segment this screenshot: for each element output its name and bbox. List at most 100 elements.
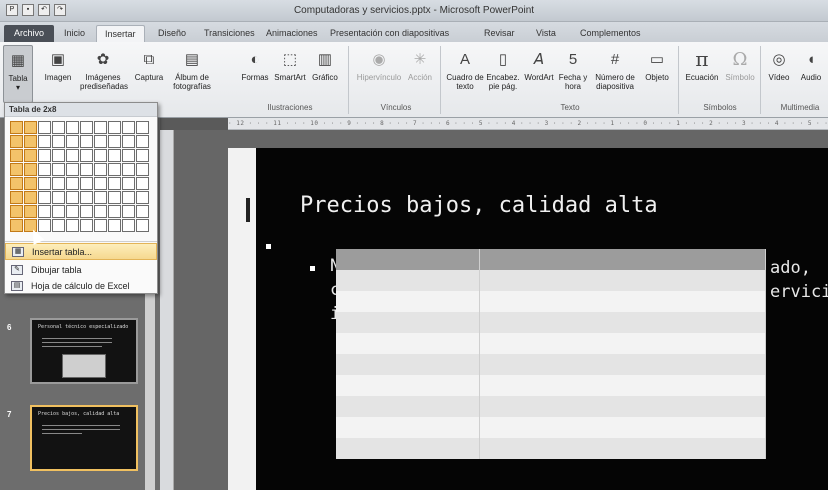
table-grid-cell[interactable] xyxy=(108,219,121,232)
table-grid-cell[interactable] xyxy=(122,149,135,162)
object-button[interactable]: ▭ Objeto xyxy=(640,48,674,83)
table-grid-cell[interactable] xyxy=(136,149,149,162)
table-grid-cell[interactable] xyxy=(136,205,149,218)
tab-revisar[interactable]: Revisar xyxy=(476,25,523,42)
table-grid-cell[interactable] xyxy=(52,177,65,190)
table-grid-cell[interactable] xyxy=(66,177,79,190)
table-grid-cell[interactable] xyxy=(108,177,121,190)
table-grid-cell[interactable] xyxy=(80,163,93,176)
table-grid-cell[interactable] xyxy=(66,191,79,204)
tab-archivo[interactable]: Archivo xyxy=(4,25,55,42)
table-grid-cell[interactable] xyxy=(24,163,37,176)
table-grid-cell[interactable] xyxy=(24,121,37,134)
slide-title[interactable]: Precios bajos, calidad alta xyxy=(300,193,658,218)
table-grid-cell[interactable] xyxy=(38,177,51,190)
table-grid-cell[interactable] xyxy=(108,163,121,176)
table-grid-cell[interactable] xyxy=(108,191,121,204)
table-grid-cell[interactable] xyxy=(66,121,79,134)
table-grid-cell[interactable] xyxy=(52,135,65,148)
table-grid-cell[interactable] xyxy=(80,177,93,190)
table-grid-cell[interactable] xyxy=(122,163,135,176)
screenshot-button[interactable]: ⧉ Captura xyxy=(130,48,168,83)
table-grid-cell[interactable] xyxy=(80,205,93,218)
table-grid-cell[interactable] xyxy=(52,219,65,232)
table-grid-cell[interactable] xyxy=(10,219,23,232)
table-grid-cell[interactable] xyxy=(10,177,23,190)
table-grid-cell[interactable] xyxy=(94,191,107,204)
table-grid-cell[interactable] xyxy=(108,121,121,134)
tab-transiciones[interactable]: Transiciones xyxy=(196,25,263,42)
table-grid-cell[interactable] xyxy=(66,135,79,148)
tab-diseno[interactable]: Diseño xyxy=(150,25,194,42)
tab-inicio[interactable]: Inicio xyxy=(56,25,93,42)
table-grid-cell[interactable] xyxy=(38,205,51,218)
table-grid-cell[interactable] xyxy=(136,219,149,232)
table-grid-cell[interactable] xyxy=(52,121,65,134)
table-grid-cell[interactable] xyxy=(122,177,135,190)
insert-table-menu-item[interactable]: ▦ Insertar tabla... xyxy=(5,243,157,260)
table-grid-cell[interactable] xyxy=(80,191,93,204)
table-grid-cell[interactable] xyxy=(94,135,107,148)
slide-thumbnail-7[interactable]: Precios bajos, calidad alta xyxy=(30,405,138,471)
table-grid-cell[interactable] xyxy=(136,191,149,204)
table-grid-cell[interactable] xyxy=(52,191,65,204)
table-grid-cell[interactable] xyxy=(122,121,135,134)
table-grid-cell[interactable] xyxy=(10,191,23,204)
table-grid-cell[interactable] xyxy=(94,219,107,232)
tab-insertar[interactable]: Insertar xyxy=(96,25,145,42)
table-grid-cell[interactable] xyxy=(80,219,93,232)
date-time-button[interactable]: 5 Fecha y hora xyxy=(558,48,588,92)
header-footer-button[interactable]: ▯ Encabez. pie pág. xyxy=(484,48,522,92)
slide-thumbnail-6[interactable]: Personal técnico especializado xyxy=(30,318,138,384)
shapes-button[interactable]: ◐ Formas xyxy=(240,48,270,83)
tab-animaciones[interactable]: Animaciones xyxy=(258,25,326,42)
table-grid-cell[interactable] xyxy=(122,205,135,218)
table-grid-cell[interactable] xyxy=(24,177,37,190)
equation-button[interactable]: π Ecuación xyxy=(682,48,722,83)
table-grid-cell[interactable] xyxy=(38,135,51,148)
table-grid-cell[interactable] xyxy=(136,135,149,148)
table-grid-cell[interactable] xyxy=(38,121,51,134)
hyperlink-button[interactable]: ◉ Hipervínculo xyxy=(354,48,404,83)
table-grid-cell[interactable] xyxy=(94,177,107,190)
table-grid-cell[interactable] xyxy=(122,135,135,148)
audio-button[interactable]: ◖ Audio xyxy=(796,48,826,83)
chart-button[interactable]: ▥ Gráfico xyxy=(308,48,342,83)
table-grid-cell[interactable] xyxy=(66,205,79,218)
symbol-button[interactable]: Ω Símbolo xyxy=(722,48,758,82)
action-button[interactable]: ✳ Acción xyxy=(404,48,436,83)
table-grid-cell[interactable] xyxy=(24,205,37,218)
table-grid-cell[interactable] xyxy=(136,177,149,190)
excel-spreadsheet-menu-item[interactable]: ▤ Hoja de cálculo de Excel xyxy=(5,277,157,294)
table-grid-cell[interactable] xyxy=(24,149,37,162)
table-grid-cell[interactable] xyxy=(80,135,93,148)
table-grid-cell[interactable] xyxy=(108,135,121,148)
table-grid-cell[interactable] xyxy=(10,149,23,162)
draw-table-menu-item[interactable]: ✎ Dibujar tabla xyxy=(5,261,157,278)
table-grid-cell[interactable] xyxy=(38,163,51,176)
table-size-grid[interactable] xyxy=(10,121,149,232)
smartart-button[interactable]: ⬚ SmartArt xyxy=(272,48,308,83)
picture-button[interactable]: ▣ Imagen xyxy=(40,48,76,83)
table-grid-cell[interactable] xyxy=(52,149,65,162)
table-grid-cell[interactable] xyxy=(38,149,51,162)
clipart-button[interactable]: ✿ Imágenes prediseñadas xyxy=(80,48,128,92)
table-grid-cell[interactable] xyxy=(24,135,37,148)
table-grid-cell[interactable] xyxy=(80,121,93,134)
table-grid-cell[interactable] xyxy=(10,135,23,148)
table-grid-cell[interactable] xyxy=(94,121,107,134)
table-grid-cell[interactable] xyxy=(94,163,107,176)
table-grid-cell[interactable] xyxy=(108,149,121,162)
table-grid-cell[interactable] xyxy=(122,219,135,232)
photo-album-button[interactable]: ▤ Álbum de fotografías xyxy=(170,48,214,92)
table-grid-cell[interactable] xyxy=(94,149,107,162)
table-button[interactable]: ▦ Tabla ▾ xyxy=(3,45,33,103)
table-grid-cell[interactable] xyxy=(38,191,51,204)
table-grid-cell[interactable] xyxy=(136,163,149,176)
table-grid-cell[interactable] xyxy=(136,121,149,134)
table-grid-cell[interactable] xyxy=(10,121,23,134)
slide-number-button[interactable]: # Número de diapositiva xyxy=(590,48,640,92)
table-grid-cell[interactable] xyxy=(10,163,23,176)
table-grid-cell[interactable] xyxy=(94,205,107,218)
table-grid-cell[interactable] xyxy=(66,219,79,232)
